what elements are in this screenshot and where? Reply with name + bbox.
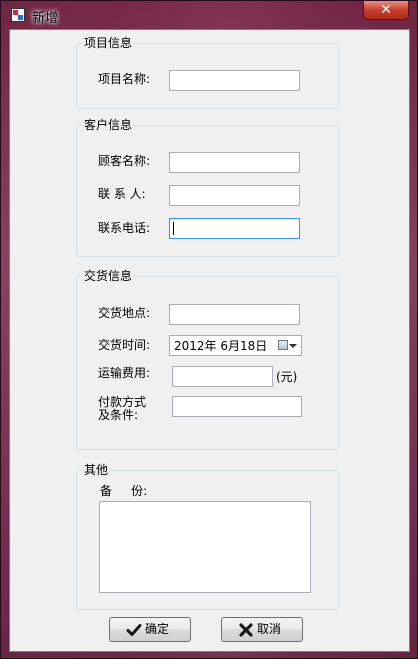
- dialog-client-area: 项目信息 项目名称: 客户信息 顾客名称: 联 系 人: 联系电话: 交货信息 …: [9, 29, 410, 652]
- project-info-title: 项目信息: [83, 36, 134, 50]
- phone-input[interactable]: [169, 218, 300, 239]
- cancel-button[interactable]: 取消: [221, 617, 303, 642]
- dialog-window: 新增 ✕ 项目信息 项目名称: 客户信息 顾客名称: 联 系 人: 联系电话: …: [0, 0, 418, 659]
- title-bar[interactable]: 新增 ✕: [1, 1, 417, 29]
- contact-label: 联 系 人:: [98, 187, 146, 201]
- remark-textarea[interactable]: [99, 501, 311, 593]
- project-name-label: 项目名称:: [98, 72, 151, 86]
- phone-label: 联系电话:: [98, 221, 151, 235]
- shipping-cost-input[interactable]: [172, 366, 273, 387]
- close-button[interactable]: ✕: [363, 1, 409, 20]
- project-name-input[interactable]: [169, 70, 300, 91]
- delivery-date-value: 2012年 6月18日: [174, 339, 268, 353]
- delivery-location-label: 交货地点:: [98, 306, 151, 320]
- delivery-info-group: 交货信息: [76, 269, 339, 450]
- ok-button-label: 确定: [145, 622, 170, 636]
- delivery-info-title: 交货信息: [83, 269, 134, 283]
- payment-terms-input[interactable]: [172, 396, 302, 417]
- calendar-dropdown-icon[interactable]: [278, 338, 298, 353]
- remark-label: 备 份:: [100, 484, 148, 498]
- check-icon: [126, 624, 142, 636]
- delivery-date-picker[interactable]: 2012年 6月18日: [169, 335, 302, 356]
- delivery-location-input[interactable]: [169, 304, 300, 325]
- contact-input[interactable]: [169, 185, 300, 206]
- customer-name-label: 顾客名称:: [98, 154, 151, 168]
- app-icon: [11, 8, 25, 22]
- delivery-time-label: 交货时间:: [98, 338, 151, 352]
- shipping-unit-label: (元): [276, 370, 298, 384]
- payment-label-line2: 及条件:: [98, 408, 139, 422]
- x-icon: [239, 623, 253, 637]
- text-caret: [173, 222, 174, 235]
- ok-button[interactable]: 确定: [109, 617, 191, 642]
- customer-info-title: 客户信息: [83, 118, 134, 132]
- shipping-cost-label: 运输费用:: [98, 366, 151, 380]
- payment-label-line1: 付款方式: [98, 395, 147, 409]
- other-info-title: 其他: [83, 463, 110, 477]
- customer-name-input[interactable]: [169, 152, 300, 173]
- window-title: 新增: [32, 11, 59, 26]
- cancel-button-label: 取消: [257, 622, 282, 636]
